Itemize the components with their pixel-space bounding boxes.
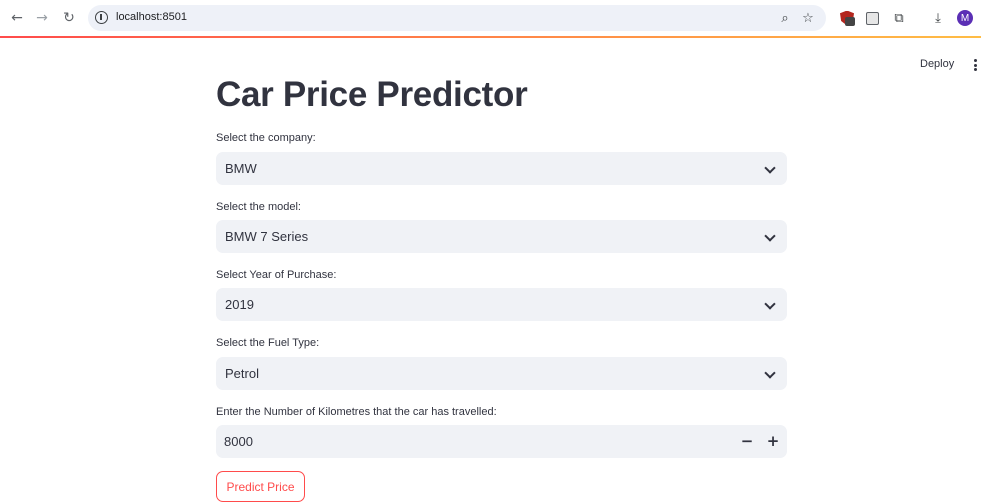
back-icon[interactable]: ← xyxy=(8,9,26,27)
deploy-button[interactable]: Deploy xyxy=(920,58,954,70)
fuel-value: Petrol xyxy=(225,366,259,381)
company-select[interactable]: BMW xyxy=(216,152,787,185)
kms-label: Enter the Number of Kilometres that the … xyxy=(216,406,497,418)
kebab-menu-icon[interactable] xyxy=(973,59,977,71)
chevron-down-icon xyxy=(764,367,776,379)
extension-badge xyxy=(845,17,855,26)
bookmark-star-icon[interactable]: ☆ xyxy=(799,9,817,27)
browser-toolbar: ← → ↻ localhost:8501 ⌕ ☆ ⧉ ⤓ M xyxy=(0,0,981,36)
model-select[interactable]: BMW 7 Series xyxy=(216,220,787,253)
increment-button[interactable]: + xyxy=(762,430,784,452)
extension-profile-icon[interactable] xyxy=(863,9,881,27)
chevron-down-icon xyxy=(764,162,776,174)
url-text[interactable]: localhost:8501 xyxy=(116,11,187,23)
zoom-icon[interactable]: ⌕ xyxy=(776,9,794,27)
forward-icon[interactable]: → xyxy=(33,9,51,27)
model-value: BMW 7 Series xyxy=(225,229,309,244)
kms-number-input[interactable]: 8000 − + xyxy=(216,425,787,458)
address-bar[interactable]: localhost:8501 ⌕ ☆ xyxy=(88,5,826,31)
reload-icon[interactable]: ↻ xyxy=(60,9,78,27)
company-label: Select the company: xyxy=(216,132,316,144)
page-title: Car Price Predictor xyxy=(216,75,528,114)
year-select[interactable]: 2019 xyxy=(216,288,787,321)
fuel-label: Select the Fuel Type: xyxy=(216,337,320,349)
kms-value[interactable]: 8000 xyxy=(224,434,253,449)
predict-price-button[interactable]: Predict Price xyxy=(216,471,305,502)
site-info-icon[interactable] xyxy=(95,11,108,24)
chevron-down-icon xyxy=(764,230,776,242)
year-value: 2019 xyxy=(225,297,254,312)
chevron-down-icon xyxy=(764,298,776,310)
profile-avatar[interactable]: M xyxy=(957,10,973,26)
company-value: BMW xyxy=(225,161,257,176)
decrement-button[interactable]: − xyxy=(736,430,758,452)
year-label: Select Year of Purchase: xyxy=(216,269,337,281)
model-label: Select the model: xyxy=(216,201,301,213)
download-icon[interactable]: ⤓ xyxy=(929,9,947,27)
fuel-select[interactable]: Petrol xyxy=(216,357,787,390)
extensions-puzzle-icon[interactable]: ⧉ xyxy=(890,9,908,27)
header-decoration-line xyxy=(0,36,981,38)
